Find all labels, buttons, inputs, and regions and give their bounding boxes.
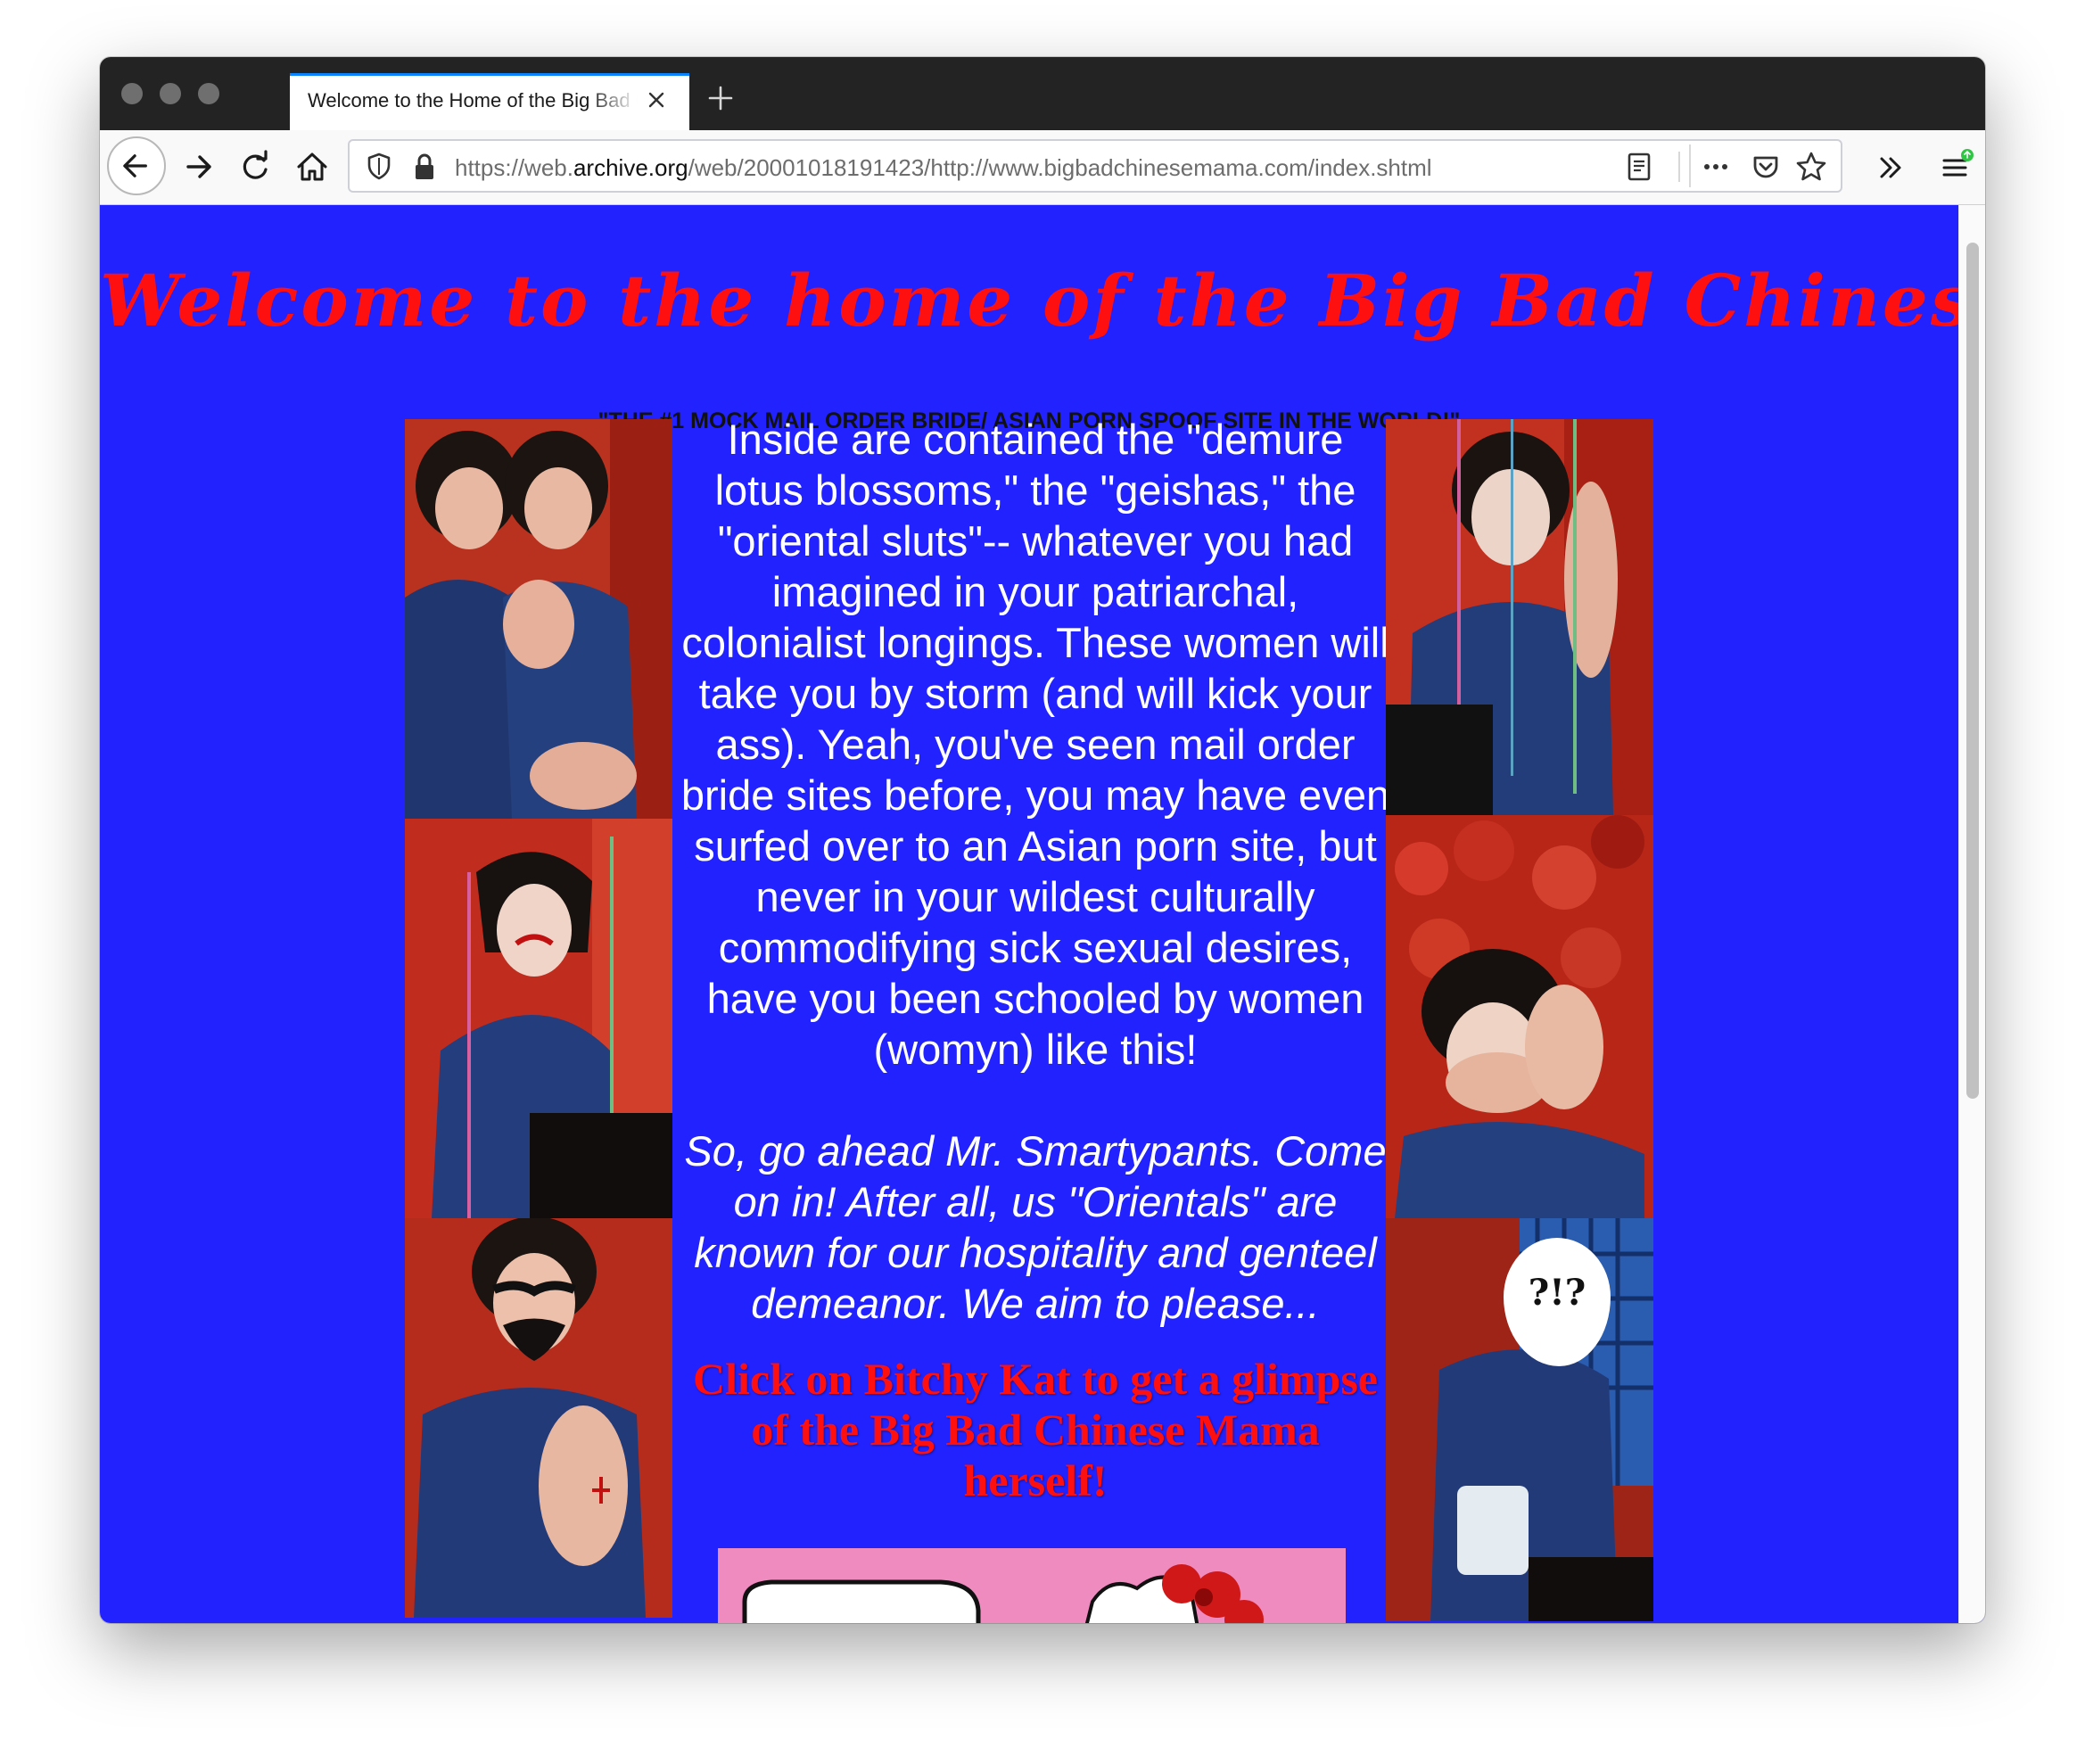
lock-icon[interactable] (408, 149, 441, 185)
photo-left-twins (405, 419, 672, 819)
bookmark-star-icon[interactable] (1792, 148, 1830, 185)
app-menu-button[interactable] (1935, 148, 1974, 187)
pocket-icon[interactable] (1748, 149, 1784, 185)
page-viewport: Welcome to the home of the Big Bad Chine… (100, 205, 1985, 1623)
scrollbar-thumb[interactable] (1966, 243, 1979, 1099)
home-icon (297, 152, 327, 181)
home-button[interactable] (293, 147, 332, 186)
back-arrow-icon (123, 154, 147, 177)
question-caption: ?!? (1528, 1272, 1586, 1314)
invite-paragraph: So, go ahead Mr. Smartypants. Come on in… (684, 1127, 1387, 1327)
vertical-scrollbar[interactable] (1958, 205, 1985, 1623)
photo-right-covered-mouth (1386, 815, 1653, 1218)
bitchy-kat-link[interactable]: Click on Bitchy Kat to get a glimpse of … (678, 1354, 1393, 1506)
toolbar-divider (1689, 144, 1691, 187)
bitchy-kat-image[interactable] (718, 1548, 1346, 1623)
page-actions-menu-icon[interactable] (1698, 149, 1734, 185)
reload-icon (243, 150, 268, 179)
url-scheme: https://web. (455, 154, 573, 181)
photo-left-frown (405, 819, 672, 1218)
window-minimize-dot[interactable] (160, 83, 181, 104)
url-text[interactable]: https://web.archive.org/web/200010181914… (455, 154, 1432, 182)
intro-column: Inside are contained the "demure lotus b… (678, 414, 1393, 1506)
url-bar[interactable]: https://web.archive.org/web/200010181914… (348, 139, 1842, 193)
close-tab-icon[interactable] (643, 87, 670, 113)
url-host: archive.org (573, 154, 688, 181)
tracking-protection-shield-icon[interactable] (360, 147, 398, 185)
photo-right-beads (1386, 419, 1653, 815)
tab-active[interactable]: Welcome to the Home of the Big Bad Chine… (290, 73, 689, 130)
page-headline: Welcome to the home of the Big Bad Chine… (100, 259, 1985, 342)
url-path: /web/20001018191423/http://www.bigbadchi… (688, 154, 1432, 181)
browser-window: Welcome to the Home of the Big Bad Chine… (100, 57, 1985, 1623)
tab-title: Welcome to the Home of the Big Bad Chine… (308, 89, 638, 111)
forward-arrow-icon (186, 155, 211, 178)
reader-view-icon[interactable] (1621, 149, 1657, 185)
new-tab-icon[interactable] (706, 84, 735, 112)
reload-button[interactable] (235, 147, 275, 186)
url-bar-divider (1678, 152, 1680, 182)
double-chevron-right-icon (1880, 157, 1901, 178)
tab-bar: Welcome to the Home of the Big Bad Chine… (100, 57, 1985, 130)
hamburger-menu-icon (1942, 149, 1974, 177)
photo-left-mustache (405, 1218, 672, 1618)
back-button[interactable] (107, 136, 166, 195)
window-close-dot[interactable] (121, 83, 143, 104)
intro-paragraph: Inside are contained the "demure lotus b… (680, 416, 1390, 1073)
forward-button[interactable] (179, 147, 218, 186)
overflow-menu-button[interactable] (1871, 148, 1910, 187)
navigation-toolbar: https://web.archive.org/web/200010181914… (100, 130, 1985, 205)
window-zoom-dot[interactable] (198, 83, 219, 104)
